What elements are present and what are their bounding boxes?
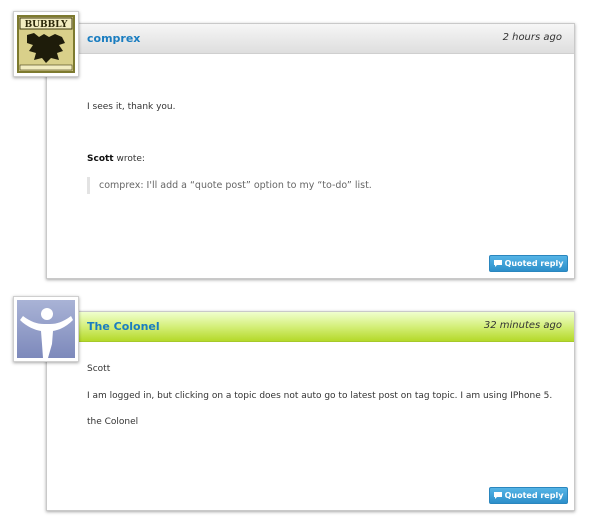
post-author-link[interactable]: The Colonel: [87, 320, 160, 333]
avatar[interactable]: [13, 296, 79, 362]
post-header: comprex 2 hours ago: [47, 24, 574, 54]
post-timestamp: 2 hours ago: [502, 32, 562, 43]
svg-text:BUBBLY: BUBBLY: [25, 20, 68, 30]
post-body-line: I sees it, thank you.: [87, 102, 176, 112]
quote-attribution: Scott wrote:: [87, 154, 145, 164]
post-body-line: Scott: [87, 364, 111, 374]
figure-silhouette-avatar: [17, 300, 75, 358]
post-author-link[interactable]: comprex: [87, 32, 140, 45]
post-timestamp: 32 minutes ago: [483, 320, 562, 331]
post-comprex: comprex 2 hours ago I sees it, thank you…: [46, 23, 575, 279]
bubbly-crest-avatar: BUBBLY: [17, 15, 75, 73]
quoted-reply-button[interactable]: Quoted reply: [489, 255, 568, 272]
avatar[interactable]: BUBBLY: [13, 11, 79, 77]
post-header: The Colonel 32 minutes ago: [47, 312, 574, 342]
quoted-text: comprex: I'll add a “quote post” option …: [87, 177, 372, 194]
speech-bubble-icon: [493, 260, 502, 267]
quoted-reply-button[interactable]: Quoted reply: [489, 487, 568, 504]
quote-author: Scott: [87, 154, 114, 164]
post-body-line: I am logged in, but clicking on a topic …: [87, 391, 553, 401]
quote-wrote-label: wrote:: [116, 154, 145, 164]
post-body-line: the Colonel: [87, 417, 139, 427]
speech-bubble-icon: [493, 492, 502, 499]
quoted-reply-label: Quoted reply: [504, 259, 564, 268]
quoted-reply-label: Quoted reply: [504, 491, 564, 500]
post-the-colonel: The Colonel 32 minutes ago Scott I am lo…: [46, 311, 575, 511]
